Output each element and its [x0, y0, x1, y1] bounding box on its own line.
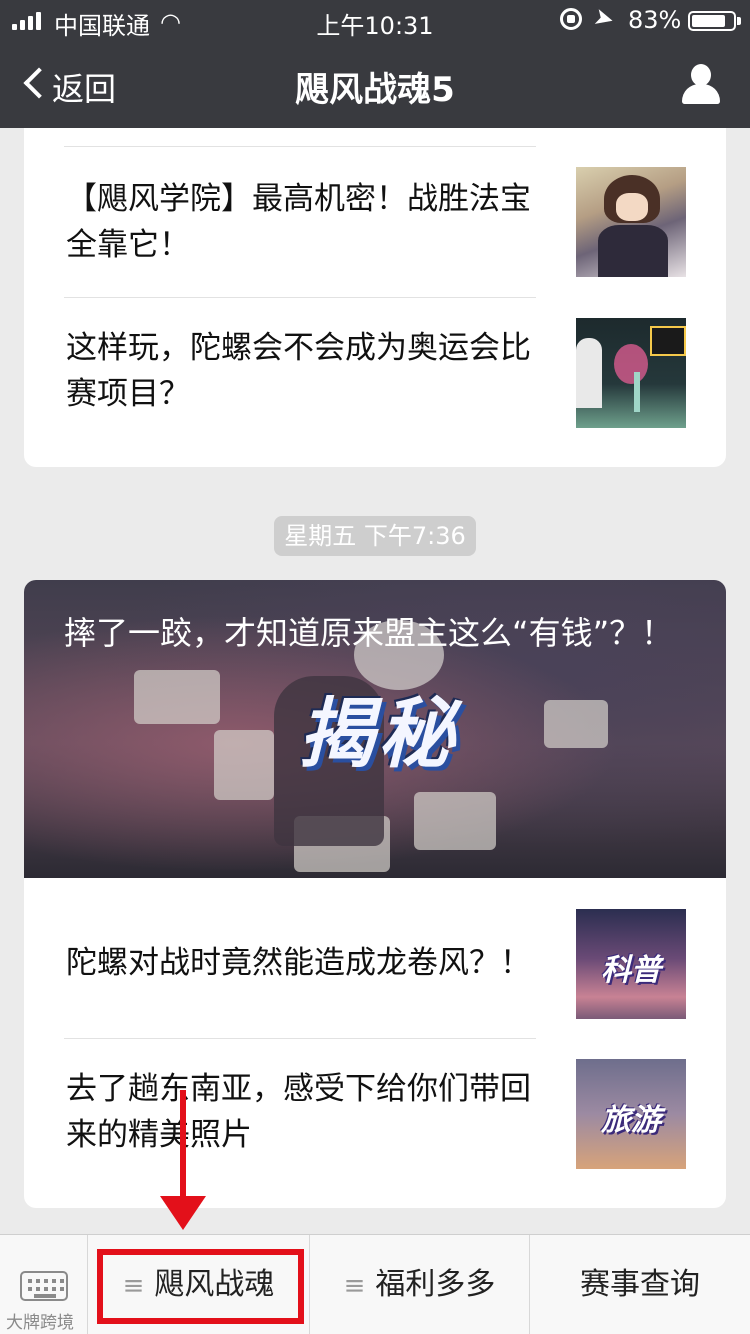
article-title: 陀螺对战时竟然能造成龙卷风？！ [66, 945, 531, 981]
hero-article[interactable]: 摔了一跤，才知道原来盟主这么“有钱”？！ 揭秘 [24, 580, 726, 878]
annotation-arrow-head [160, 1196, 206, 1230]
thumbnail-label: 旅游 [601, 1103, 661, 1138]
article-title: 这样玩，陀螺会不会成为奥运会比赛项目？ [66, 330, 531, 412]
article-thumbnail [576, 318, 686, 428]
menu-item-fuli-duoduo[interactable]: ≡ 福利多多 [310, 1235, 530, 1334]
divider [64, 1038, 536, 1039]
article-card: 摔了一跤，才知道原来盟主这么“有钱”？！ 揭秘 陀螺对战时竟然能造成龙卷风？！ … [24, 580, 726, 1208]
article-row[interactable]: 【飓风学院】最高机密！战胜法宝全靠它！ [24, 146, 726, 297]
article-thumbnail [576, 167, 686, 277]
annotation-highlight-box [97, 1249, 304, 1324]
article-card: 【飓风学院】最高机密！战胜法宝全靠它！ 这样玩，陀螺会不会成为奥运会比赛项目？ [24, 100, 726, 467]
divider [64, 297, 536, 298]
menu-item-saishi-chaxun[interactable]: 赛事查询 [530, 1235, 750, 1334]
hamburger-icon: ≡ [343, 1271, 366, 1301]
menu-item-label: 赛事查询 [580, 1267, 700, 1302]
watermark: 大牌跨境 [6, 1313, 74, 1333]
article-thumbnail: 科普 [576, 909, 686, 1019]
battery-icon [688, 11, 736, 31]
hero-badge: 揭秘 [298, 689, 458, 778]
article-thumbnail: 旅游 [576, 1059, 686, 1169]
thumbnail-label: 科普 [601, 953, 661, 988]
nav-bar: 返回 飓风战魂5 [0, 40, 750, 128]
page-title: 飓风战魂5 [295, 70, 455, 110]
message-timestamp: 星期五 下午7:36 [274, 516, 476, 556]
profile-icon[interactable] [682, 64, 720, 104]
article-row[interactable]: 这样玩，陀螺会不会成为奥运会比赛项目？ [24, 297, 726, 467]
status-bar: 中国联通 ◠ 上午10:31 ➤ 83% [0, 0, 750, 40]
article-row[interactable]: 陀螺对战时竟然能造成龙卷风？！ 科普 [24, 878, 726, 1038]
menu-item-label: 福利多多 [375, 1267, 496, 1302]
battery-fill [692, 15, 726, 27]
rotation-lock-icon [560, 8, 582, 30]
article-row[interactable]: 去了趟东南亚，感受下给你们带回来的精美照片 旅游 [24, 1038, 726, 1208]
keyboard-icon [20, 1271, 68, 1301]
article-title: 去了趟东南亚，感受下给你们带回来的精美照片 [66, 1071, 531, 1153]
divider [64, 146, 536, 147]
article-title: 【飓风学院】最高机密！战胜法宝全靠它！ [66, 181, 531, 263]
battery-percent: 83% [628, 6, 682, 34]
top-bar: 中国联通 ◠ 上午10:31 ➤ 83% 返回 飓风战魂5 [0, 0, 750, 128]
hero-title: 摔了一跤，才知道原来盟主这么“有钱”？！ [64, 614, 674, 652]
